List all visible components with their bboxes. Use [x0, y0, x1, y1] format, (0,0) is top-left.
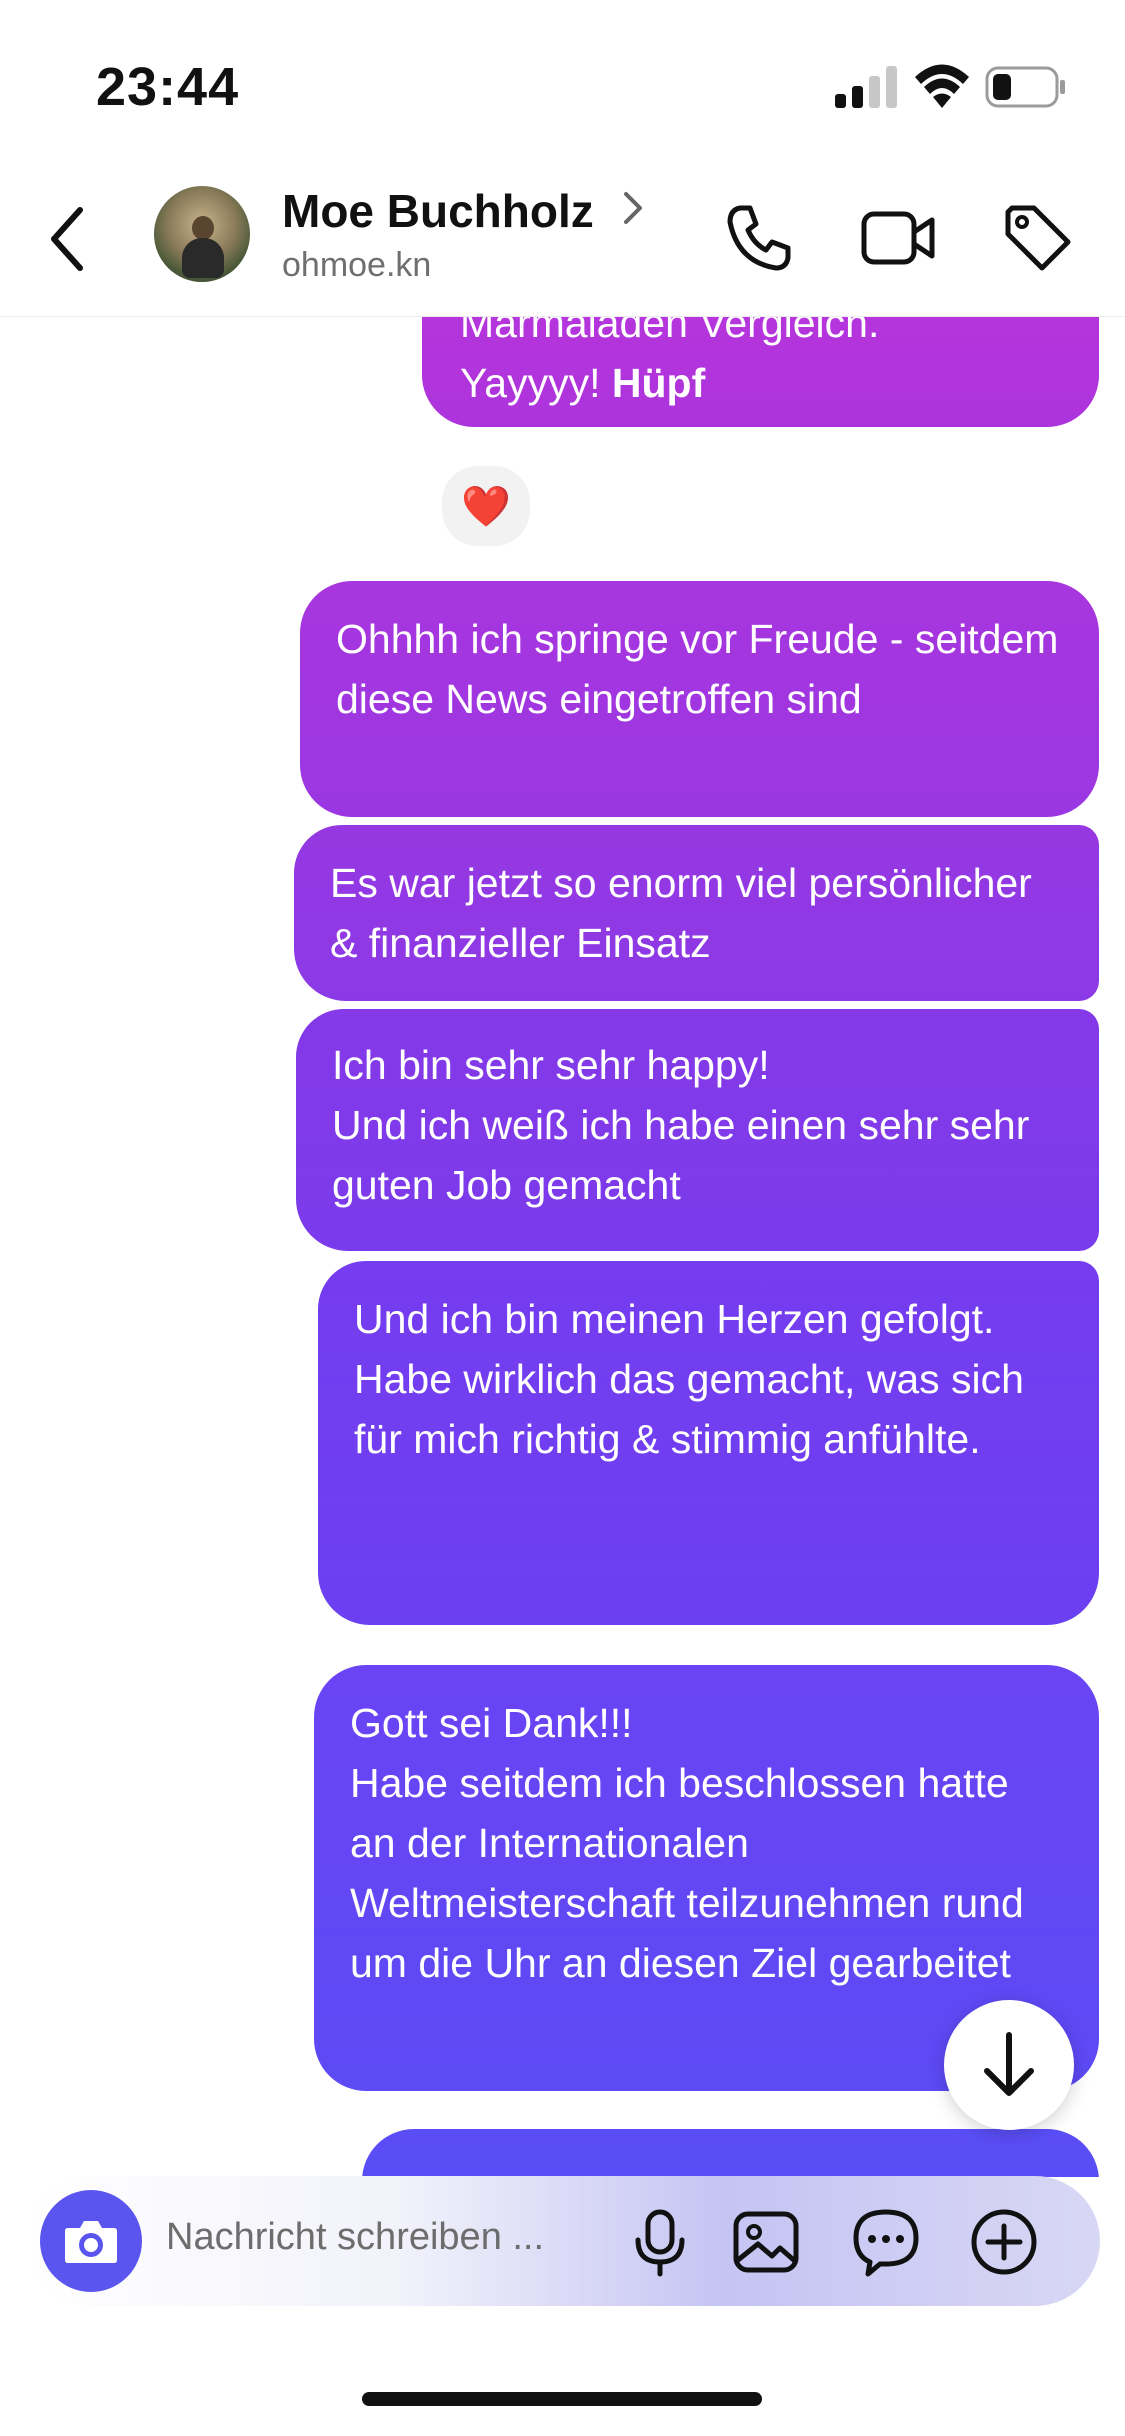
- message-text: Gott sei Dank!!!: [350, 1700, 633, 1746]
- message-text: Habe wirklich das gemacht, was sich für …: [354, 1356, 1024, 1462]
- camera-button[interactable]: [40, 2190, 142, 2292]
- video-camera-icon[interactable]: [858, 198, 938, 278]
- chevron-right-icon[interactable]: [622, 190, 644, 226]
- message-text: Und ich bin meinen Herzen gefolgt.: [354, 1296, 995, 1342]
- message-text: Ohhhh ich springe vor Freude - seitdem d…: [336, 616, 1059, 722]
- camera-icon: [65, 2221, 117, 2263]
- message-text: Es war jetzt so enorm viel persönlicher …: [330, 860, 1032, 966]
- message-text: Ich bin sehr sehr happy!: [332, 1042, 770, 1088]
- message-text: Und ich weiß ich habe einen sehr sehr gu…: [332, 1102, 1030, 1208]
- tag-icon[interactable]: [998, 198, 1078, 278]
- message-bubble[interactable]: Marmaladen Vergleich. Yayyyy! Hüpf: [422, 317, 1099, 427]
- message-text: Marmaladen Vergleich.: [460, 317, 880, 346]
- message-text: Yayyyy! Hüpf: [460, 360, 706, 406]
- message-text: Habe seitdem ich beschlossen hatte an de…: [350, 1760, 1024, 1986]
- message-list[interactable]: Marmaladen Vergleich. Yayyyy! Hüpf ❤️ Oh…: [0, 317, 1125, 2177]
- home-indicator[interactable]: [362, 2392, 762, 2406]
- avatar[interactable]: [154, 186, 250, 282]
- status-time: 23:44: [96, 57, 240, 117]
- chat-header: Moe Buchholz ohmoe.kn: [0, 170, 1125, 317]
- status-bar: 23:44: [0, 0, 1125, 170]
- image-icon[interactable]: [730, 2206, 802, 2278]
- phone-icon[interactable]: [718, 198, 798, 278]
- message-bubble[interactable]: [362, 2129, 1099, 2177]
- message-bubble[interactable]: Ich bin sehr sehr happy! Und ich weiß ic…: [296, 1009, 1099, 1251]
- back-chevron-icon[interactable]: [44, 204, 92, 274]
- chat-bubble-icon[interactable]: [850, 2206, 922, 2278]
- message-bubble[interactable]: Ohhhh ich springe vor Freude - seitdem d…: [300, 581, 1099, 817]
- contact-handle: ohmoe.kn: [282, 246, 432, 284]
- wifi-icon: [915, 64, 969, 108]
- message-composer: [24, 2176, 1100, 2306]
- message-bubble[interactable]: Und ich bin meinen Herzen gefolgt. Habe …: [318, 1261, 1099, 1625]
- message-bubble[interactable]: Es war jetzt so enorm viel persönlicher …: [294, 825, 1099, 1001]
- contact-name[interactable]: Moe Buchholz: [282, 184, 594, 238]
- scroll-to-bottom-button[interactable]: [944, 2000, 1074, 2130]
- heart-reaction[interactable]: ❤️: [438, 462, 534, 550]
- arrow-down-icon: [984, 2032, 1034, 2096]
- message-input[interactable]: [166, 2216, 626, 2259]
- battery-icon: [985, 66, 1065, 108]
- cellular-signal-icon: [835, 66, 897, 108]
- plus-icon[interactable]: [968, 2206, 1040, 2278]
- microphone-icon[interactable]: [624, 2206, 696, 2278]
